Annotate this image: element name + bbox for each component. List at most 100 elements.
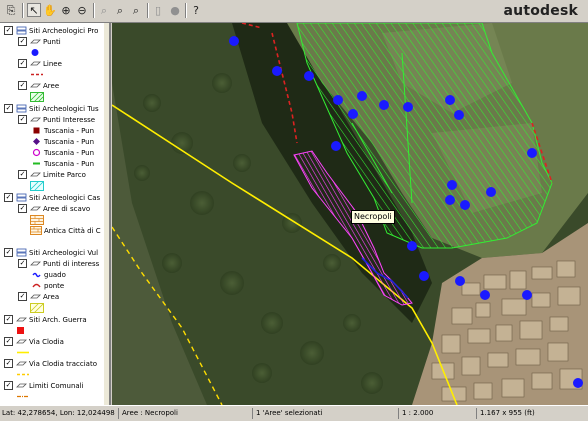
legend-group-siti-tus[interactable]: ✓ Siti Archeologici Tus (4, 103, 99, 114)
zoom-window-icon[interactable]: ⌕ (113, 3, 127, 17)
legend-scrollbar[interactable] (104, 23, 109, 405)
layer-icon (29, 81, 41, 90)
legend-layer-punti[interactable]: ✓ Punti (18, 36, 61, 47)
layer-checkbox[interactable]: ✓ (4, 104, 13, 113)
yellow-hatch-icon (30, 302, 44, 313)
layer-icon (15, 315, 27, 324)
layer-icon (15, 337, 27, 346)
layer-checkbox[interactable]: ✓ (18, 292, 27, 301)
layer-checkbox[interactable]: ✓ (18, 204, 27, 213)
purple-diamond-icon (30, 137, 42, 146)
layer-icon (15, 381, 27, 390)
legend-symbol-limiti-comunali (16, 391, 30, 402)
zoom-extents-icon[interactable]: ⌕ (129, 3, 143, 17)
layer-checkbox[interactable]: ✓ (4, 248, 13, 257)
legend-group-siti-cas[interactable]: ✓ Siti Archeologici Cas (4, 192, 100, 203)
legend-sublayer-tuscania-2: Tuscania - Pun (30, 136, 94, 147)
pan-hand-icon[interactable]: ✋ (43, 3, 57, 17)
status-size: 1.167 x 955 (ft) (476, 408, 588, 419)
legend-group-siti-vul[interactable]: ✓ Siti Archeologici Vul (4, 247, 98, 258)
autodesk-logo: autodesk (503, 3, 578, 19)
layer-legend-panel: ✓ Siti Archeologici Pro ✓ Punti ✓ Linee … (0, 23, 111, 405)
legend-layer-via-clodia-tracciato[interactable]: ✓ Via Clodia tracciato (4, 358, 97, 369)
yellow-dashed-line-icon (17, 373, 29, 376)
legend-sublayer-ponte: ponte (30, 280, 64, 291)
status-layer: Aree : Necropoli (118, 408, 250, 419)
layer-checkbox[interactable]: ✓ (18, 59, 27, 68)
layer-icon (29, 204, 41, 213)
legend-layer-aree[interactable]: ✓ Aree (18, 80, 59, 91)
layer-icon (29, 170, 41, 179)
legend-sublayer-guado: guado (30, 269, 66, 280)
legend-symbol-via-clodia (16, 347, 30, 358)
map-tooltip: Necropoli (351, 210, 395, 224)
legend-layer-limite-parco[interactable]: ✓ Limite Parco (18, 169, 86, 180)
legend-layer-via-clodia[interactable]: ✓ Via Clodia (4, 336, 64, 347)
legend-sublayer-tuscania-3: Tuscania - Pun (30, 147, 94, 158)
layer-icon (29, 292, 41, 301)
zoom-in-icon[interactable]: ⊕ (59, 3, 73, 17)
green-dash-icon (30, 159, 42, 168)
layer-group-icon (15, 26, 27, 35)
map-canvas[interactable]: Necropoli (112, 23, 588, 405)
legend-symbol-area (30, 302, 44, 313)
zoom-previous-icon[interactable]: ⌕ (97, 3, 111, 17)
legend-sublayer-tuscania-4: Tuscania - Pun (30, 158, 94, 169)
layer-checkbox[interactable]: ✓ (18, 115, 27, 124)
legend-layer-siti-arch-guerra[interactable]: ✓ Siti Arch. Guerra (4, 314, 87, 325)
green-hatch-icon (30, 91, 44, 102)
cyan-hatch-icon (30, 180, 44, 191)
print-icon[interactable]: ▯ (151, 3, 165, 17)
status-scale: 1 : 2.000 (398, 408, 474, 419)
legend-layer-linee[interactable]: ✓ Linee (18, 58, 62, 69)
layer-icon (15, 359, 27, 368)
aerial-map[interactable] (112, 23, 588, 405)
legend-symbol-punti (30, 47, 40, 58)
yellow-line-icon (17, 351, 29, 354)
orange-brick-icon (30, 226, 42, 235)
legend-symbol-limite-parco (30, 180, 44, 191)
stop-icon[interactable]: ● (168, 3, 182, 17)
status-coordinates: Lat: 42,278654, Lon: 12,024498 (2, 409, 115, 417)
layer-group-icon (15, 193, 27, 202)
legend-symbol-guerra (16, 325, 26, 336)
blue-dot-icon (31, 49, 39, 56)
dark-red-square-icon (30, 126, 42, 135)
select-arrow-icon[interactable]: ↖ (27, 3, 41, 17)
layer-icon (29, 37, 41, 46)
layer-checkbox[interactable]: ✓ (4, 26, 13, 35)
legend-symbol-linee (30, 69, 44, 80)
layer-checkbox[interactable]: ✓ (18, 81, 27, 90)
layer-checkbox[interactable]: ✓ (4, 359, 13, 368)
orange-brick-icon (30, 214, 44, 225)
layer-checkbox[interactable]: ✓ (18, 37, 27, 46)
layer-checkbox[interactable]: ✓ (18, 170, 27, 179)
legend-symbol-aree (30, 91, 44, 102)
layer-checkbox[interactable]: ✓ (4, 381, 13, 390)
copy-icon[interactable]: ⎘ (4, 3, 18, 17)
layer-checkbox[interactable]: ✓ (4, 193, 13, 202)
magenta-circle-icon (30, 148, 42, 157)
red-square-icon (17, 327, 24, 334)
toolbar: ⎘ ↖ ✋ ⊕ ⊖ ⌕ ⌕ ⌕ ▯ ● ? autodesk (0, 0, 588, 23)
legend-group-siti-pro[interactable]: ✓ Siti Archeologici Pro (4, 25, 98, 36)
legend-layer-aree-scavo[interactable]: ✓ Aree di scavo (18, 203, 90, 214)
layer-icon (29, 259, 41, 268)
red-bridge-icon (30, 281, 42, 290)
help-icon[interactable]: ? (189, 3, 203, 17)
legend-symbol-aree-scavo (30, 214, 44, 225)
legend-layer-limiti-comunali[interactable]: ✓ Limiti Comunali (4, 380, 84, 391)
legend-symbol-via-clodia-tracciato (16, 369, 30, 380)
layer-checkbox[interactable]: ✓ (18, 259, 27, 268)
layer-icon (29, 115, 41, 124)
layer-checkbox[interactable]: ✓ (4, 315, 13, 324)
orange-dash-dot-icon (17, 395, 29, 398)
legend-layer-punti-interess[interactable]: ✓ Punti di interess (18, 258, 99, 269)
layer-checkbox[interactable]: ✓ (4, 337, 13, 346)
legend-layer-punti-interesse[interactable]: ✓ Punti Interesse (18, 114, 95, 125)
layer-icon (29, 59, 41, 68)
legend-layer-area[interactable]: ✓ Area (18, 291, 59, 302)
zoom-out-icon[interactable]: ⊖ (75, 3, 89, 17)
red-dashed-line-icon (31, 73, 43, 76)
status-bar: Lat: 42,278654, Lon: 12,024498 Aree : Ne… (0, 405, 588, 421)
